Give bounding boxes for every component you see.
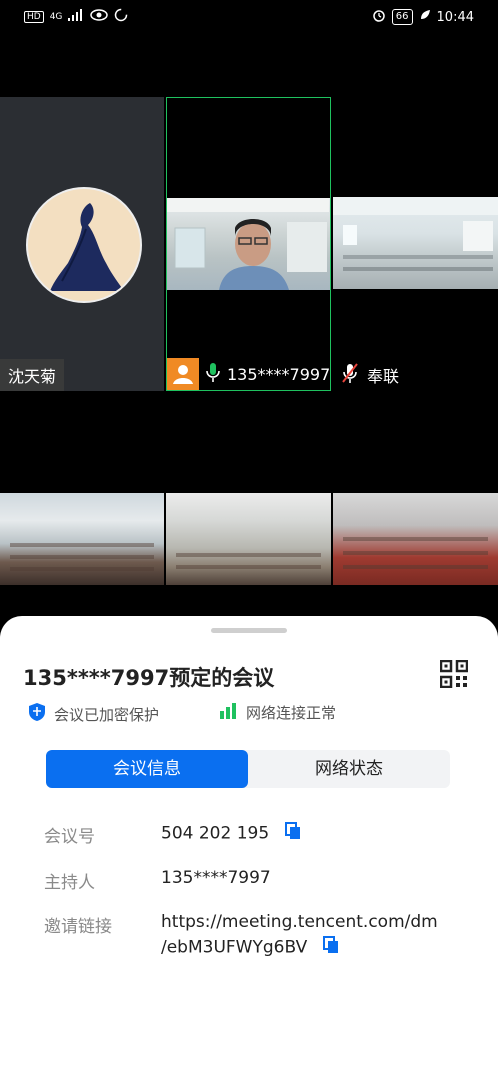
info-tabs: 会议信息 网络状态 (46, 750, 450, 788)
video-tile-participant-1[interactable]: 沈天菊 (0, 97, 164, 391)
participant-name: 135****7997 (227, 364, 331, 384)
network-status: 网络连接正常 (220, 702, 336, 723)
video-tile-participant-3[interactable]: 奉联 (333, 97, 498, 391)
leaf-icon (419, 9, 431, 25)
drag-handle[interactable] (211, 628, 287, 633)
mic-muted-icon (341, 362, 359, 388)
encryption-status: 会议已加密保护 (28, 702, 159, 726)
status-bar: HD 4G 66 10:44 (0, 0, 498, 34)
video-tile-participant-6[interactable] (333, 493, 498, 585)
meeting-id-label: 会议号 (44, 827, 95, 847)
shield-icon (28, 702, 46, 726)
host-label: 主持人 (44, 873, 95, 893)
loading-circle-icon (114, 8, 128, 25)
video-tile-speaker[interactable]: 135****7997 (166, 97, 331, 391)
host-badge-icon (167, 358, 199, 390)
avatar (26, 187, 142, 303)
network-status-text: 网络连接正常 (246, 704, 337, 722)
meeting-id-value: 504 202 195 (161, 823, 270, 844)
video-tile-participant-5[interactable] (166, 493, 331, 585)
invite-link-row: /ebM3UFWYg6BV (161, 936, 339, 959)
eye-icon (90, 9, 109, 24)
status-right: 66 10:44 (372, 8, 474, 26)
meeting-title: 135****7997预定的会议 (23, 666, 275, 690)
invite-link-line1[interactable]: https://meeting.tencent.com/dm (161, 912, 438, 932)
copy-link-icon[interactable] (322, 936, 339, 959)
tab-meeting-info[interactable]: 会议信息 (46, 750, 248, 788)
status-left: HD 4G (24, 8, 128, 25)
copy-icon[interactable] (284, 822, 301, 845)
clock-time: 10:44 (436, 9, 474, 25)
signal-icon (68, 9, 84, 24)
speaker-video (167, 198, 330, 290)
hd-icon: HD (24, 10, 44, 23)
mic-icon (205, 361, 221, 387)
tab-network-status[interactable]: 网络状态 (248, 750, 450, 788)
invite-link-line2[interactable]: /ebM3UFWYg6BV (161, 938, 307, 958)
participant-name: 奉联 (367, 367, 400, 386)
participant-video (333, 197, 498, 289)
video-tile-participant-4[interactable] (0, 493, 164, 585)
battery-indicator: 66 (391, 9, 413, 25)
participant-namebar: 奉联 (333, 359, 407, 391)
meeting-info-sheet: 135****7997预定的会议 会议已加密保护 网络连接正常 会议信息 网络状… (0, 616, 498, 1080)
invite-link-label: 邀请链接 (44, 917, 112, 937)
network-type: 4G (49, 11, 63, 22)
participant-name: 沈天菊 (0, 359, 65, 391)
network-signal-icon (220, 702, 238, 723)
speaker-namebar: 135****7997 (167, 358, 330, 390)
host-value: 135****7997 (161, 868, 271, 888)
encryption-text: 会议已加密保护 (54, 705, 160, 724)
qr-code-icon[interactable] (439, 659, 469, 689)
alarm-icon (372, 8, 386, 26)
meeting-id-row: 504 202 195 (161, 822, 301, 845)
